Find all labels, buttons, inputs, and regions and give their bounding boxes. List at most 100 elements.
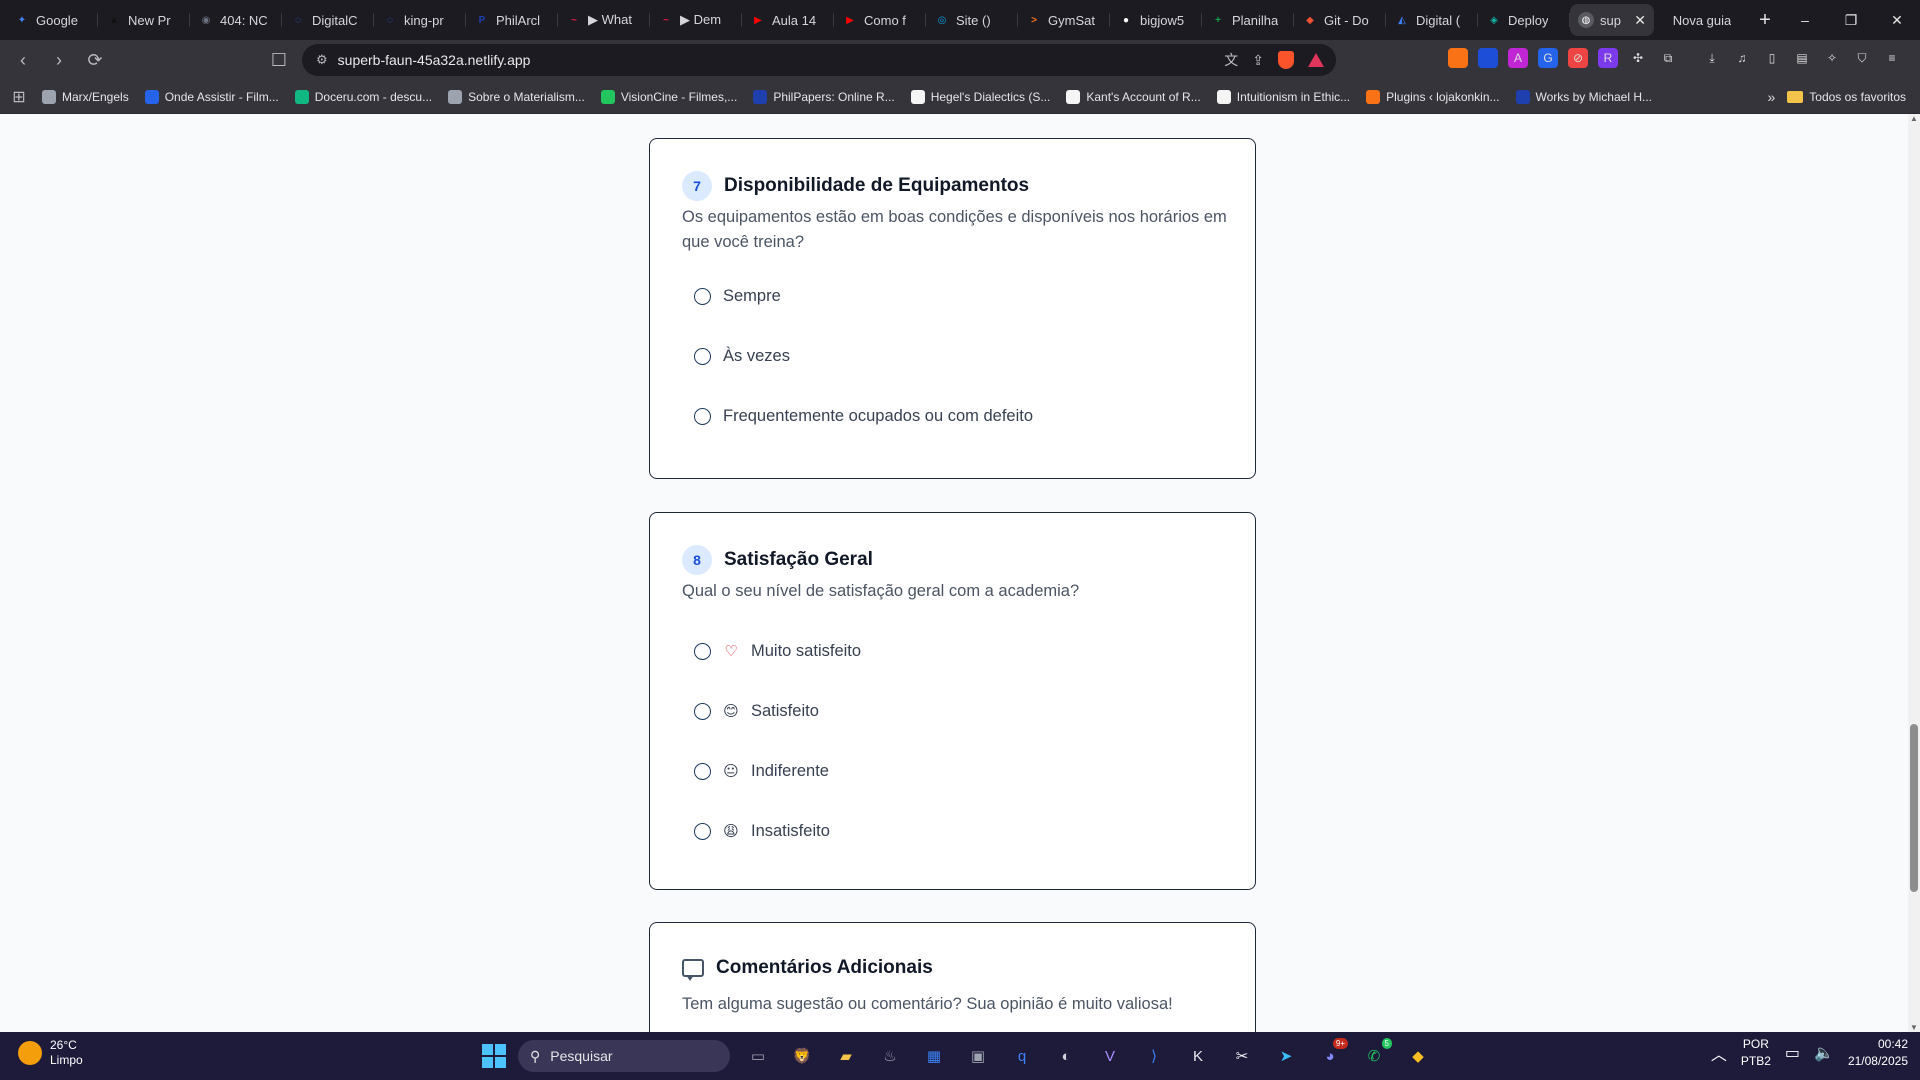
network-icon[interactable]: ▭ xyxy=(1785,1043,1800,1063)
close-tab-icon[interactable]: ✕ xyxy=(1634,12,1646,29)
git-tool-icon[interactable]: ◆ xyxy=(1402,1040,1434,1072)
radio-button[interactable] xyxy=(694,407,711,425)
minimize-button[interactable]: – xyxy=(1782,0,1828,40)
task-view-icon[interactable]: ▭ xyxy=(742,1040,774,1072)
radio-button[interactable] xyxy=(694,702,711,720)
tab-item[interactable]: ▲ New Pr xyxy=(98,4,190,36)
all-bookmarks-folder[interactable]: Todos os favoritos xyxy=(1787,90,1920,104)
scrollbar-thumb[interactable] xyxy=(1910,724,1918,892)
app-6-icon[interactable]: ▣ xyxy=(962,1040,994,1072)
url-text[interactable]: superb-faun-45a32a.netlify.app xyxy=(338,52,531,68)
tab-item[interactable]: > GymSat xyxy=(1018,4,1110,36)
extension-r-icon[interactable]: R xyxy=(1598,48,1618,68)
option-indiferente[interactable]: 😐 Indiferente xyxy=(694,759,829,783)
capcut-icon[interactable]: ✂ xyxy=(1226,1040,1258,1072)
site-info-icon[interactable]: ⚙ xyxy=(316,52,328,68)
tab-item[interactable]: ◉ 404: NC xyxy=(190,4,282,36)
tab-item[interactable]: ◌ king-pr xyxy=(374,4,466,36)
scroll-down-icon[interactable]: ▼ xyxy=(1910,1023,1918,1032)
obs-icon[interactable]: ◐ xyxy=(1050,1040,1082,1072)
bookmark-item[interactable]: Hegel's Dialectics (S... xyxy=(903,89,1059,104)
bookmark-item[interactable]: Doceru.com - descu... xyxy=(287,89,440,104)
telegram-icon[interactable]: ➤ xyxy=(1270,1040,1302,1072)
bookmark-icon[interactable]: ☐ xyxy=(264,45,294,75)
extension-block-icon[interactable]: ⊘ xyxy=(1568,48,1588,68)
tab-item[interactable]: ▶ Aula 14 xyxy=(742,4,834,36)
tab-item[interactable]: ◭ Digital ( xyxy=(1386,4,1478,36)
bookmark-item[interactable]: Sobre o Materialism... xyxy=(440,89,593,104)
bookmark-item[interactable]: Works by Michael H... xyxy=(1508,89,1660,104)
share-icon[interactable]: ⇪ xyxy=(1252,52,1264,69)
tab-search-icon[interactable]: ⧉ xyxy=(1658,48,1678,68)
option-frequentemente-ocupados[interactable]: Frequentemente ocupados ou com defeito xyxy=(694,404,1033,428)
visual-studio-icon[interactable]: V xyxy=(1094,1040,1126,1072)
bookmark-item[interactable]: Marx/Engels xyxy=(34,89,137,104)
tray-chevron-icon[interactable]: ︿ xyxy=(1711,1041,1727,1065)
clock[interactable]: 00:42 21/08/2025 xyxy=(1848,1036,1908,1070)
radio-button[interactable] xyxy=(694,287,711,305)
bookmark-item[interactable]: Onde Assistir - Film... xyxy=(137,89,287,104)
download-icon[interactable]: ⤓ xyxy=(1702,48,1722,68)
tab-item[interactable]: ✦ Google xyxy=(6,4,98,36)
radio-button[interactable] xyxy=(694,762,711,780)
tab-item[interactable]: ▶ Como f xyxy=(834,4,926,36)
discord-icon[interactable]: ◕ 9+ xyxy=(1314,1038,1348,1072)
tab-item[interactable]: ◆ Git - Do xyxy=(1294,4,1386,36)
bookmark-item[interactable]: Plugins ‹ lojakonkin... xyxy=(1358,89,1507,104)
bookmark-item[interactable]: Kant's Account of R... xyxy=(1058,89,1208,104)
volume-icon[interactable]: 🔈 xyxy=(1814,1043,1834,1063)
more-bookmarks-icon[interactable]: » xyxy=(1755,89,1787,105)
forward-icon[interactable]: › xyxy=(44,45,74,75)
radio-button[interactable] xyxy=(694,642,711,660)
extension-translate-icon[interactable]: G xyxy=(1538,48,1558,68)
steam-icon[interactable]: ♨ xyxy=(874,1040,906,1072)
tab-item[interactable]: ~ ▶ Dem xyxy=(650,4,742,36)
option-muito-satisfeito[interactable]: ♡ Muito satisfeito xyxy=(694,639,861,663)
vscode-icon[interactable]: ⟩ xyxy=(1138,1040,1170,1072)
wallet-icon[interactable]: ▤ xyxy=(1792,48,1812,68)
bookmark-item[interactable]: VisionCine - Filmes,... xyxy=(593,89,745,104)
maximize-button[interactable]: ❐ xyxy=(1828,0,1874,40)
option-sempre[interactable]: Sempre xyxy=(694,284,781,308)
extension-fox-icon[interactable] xyxy=(1448,48,1468,68)
apps-grid-icon[interactable]: ⊞ xyxy=(4,82,34,112)
option-as-vezes[interactable]: Às vezes xyxy=(694,344,790,368)
qbittorrent-icon[interactable]: q xyxy=(1006,1040,1038,1072)
radio-button[interactable] xyxy=(694,347,711,365)
brave-shields-icon[interactable] xyxy=(1278,51,1294,69)
taskbar-search[interactable]: ⚲ Pesquisar xyxy=(518,1040,730,1072)
brave-icon[interactable]: 🦁 xyxy=(786,1040,818,1072)
app-k-icon[interactable]: K xyxy=(1182,1040,1214,1072)
reload-icon[interactable]: ⟳ xyxy=(80,45,110,75)
brave-rewards-icon[interactable] xyxy=(1308,53,1324,67)
radio-button[interactable] xyxy=(694,822,711,840)
page-scrollbar[interactable]: ▲ ▼ xyxy=(1908,114,1920,1032)
scroll-up-icon[interactable]: ▲ xyxy=(1910,114,1918,123)
tab-active[interactable]: ◍ sup ✕ xyxy=(1570,4,1654,36)
translate-icon[interactable]: 文 xyxy=(1224,50,1238,70)
address-bar[interactable]: ⚙ superb-faun-45a32a.netlify.app 文 ⇪ xyxy=(302,44,1336,76)
option-insatisfeito[interactable]: 😩 Insatisfeito xyxy=(694,819,830,843)
back-icon[interactable]: ‹ xyxy=(8,45,38,75)
ms-store-icon[interactable]: ▦ xyxy=(918,1040,950,1072)
extension-shield-icon[interactable] xyxy=(1478,48,1498,68)
option-satisfeito[interactable]: 😊 Satisfeito xyxy=(694,699,819,723)
language-indicator[interactable]: POR PTB2 xyxy=(1741,1036,1771,1070)
tab-item[interactable]: + Planilha xyxy=(1202,4,1294,36)
extensions-puzzle-icon[interactable]: ✣ xyxy=(1628,48,1648,68)
tab-item[interactable]: ◌ DigitalC xyxy=(282,4,374,36)
close-window-button[interactable]: ✕ xyxy=(1874,0,1920,40)
sidebar-icon[interactable]: ▯ xyxy=(1762,48,1782,68)
tab-new-guide[interactable]: Nova guia xyxy=(1654,4,1750,36)
file-explorer-icon[interactable]: ▰ xyxy=(830,1040,862,1072)
bookmark-item[interactable]: Intuitionism in Ethic... xyxy=(1209,89,1358,104)
extension-a-icon[interactable]: A xyxy=(1508,48,1528,68)
windows-start-icon[interactable] xyxy=(482,1044,506,1068)
media-icon[interactable]: ♫ xyxy=(1732,48,1752,68)
tab-item[interactable]: ◈ Deploy xyxy=(1478,4,1570,36)
bookmark-item[interactable]: PhilPapers: Online R... xyxy=(745,89,902,104)
new-tab-button[interactable]: + xyxy=(1750,9,1780,32)
weather-widget[interactable]: 26°C Limpo xyxy=(18,1038,83,1068)
leo-ai-icon[interactable]: ✧ xyxy=(1822,48,1842,68)
tab-item[interactable]: ● bigjow5 xyxy=(1110,4,1202,36)
